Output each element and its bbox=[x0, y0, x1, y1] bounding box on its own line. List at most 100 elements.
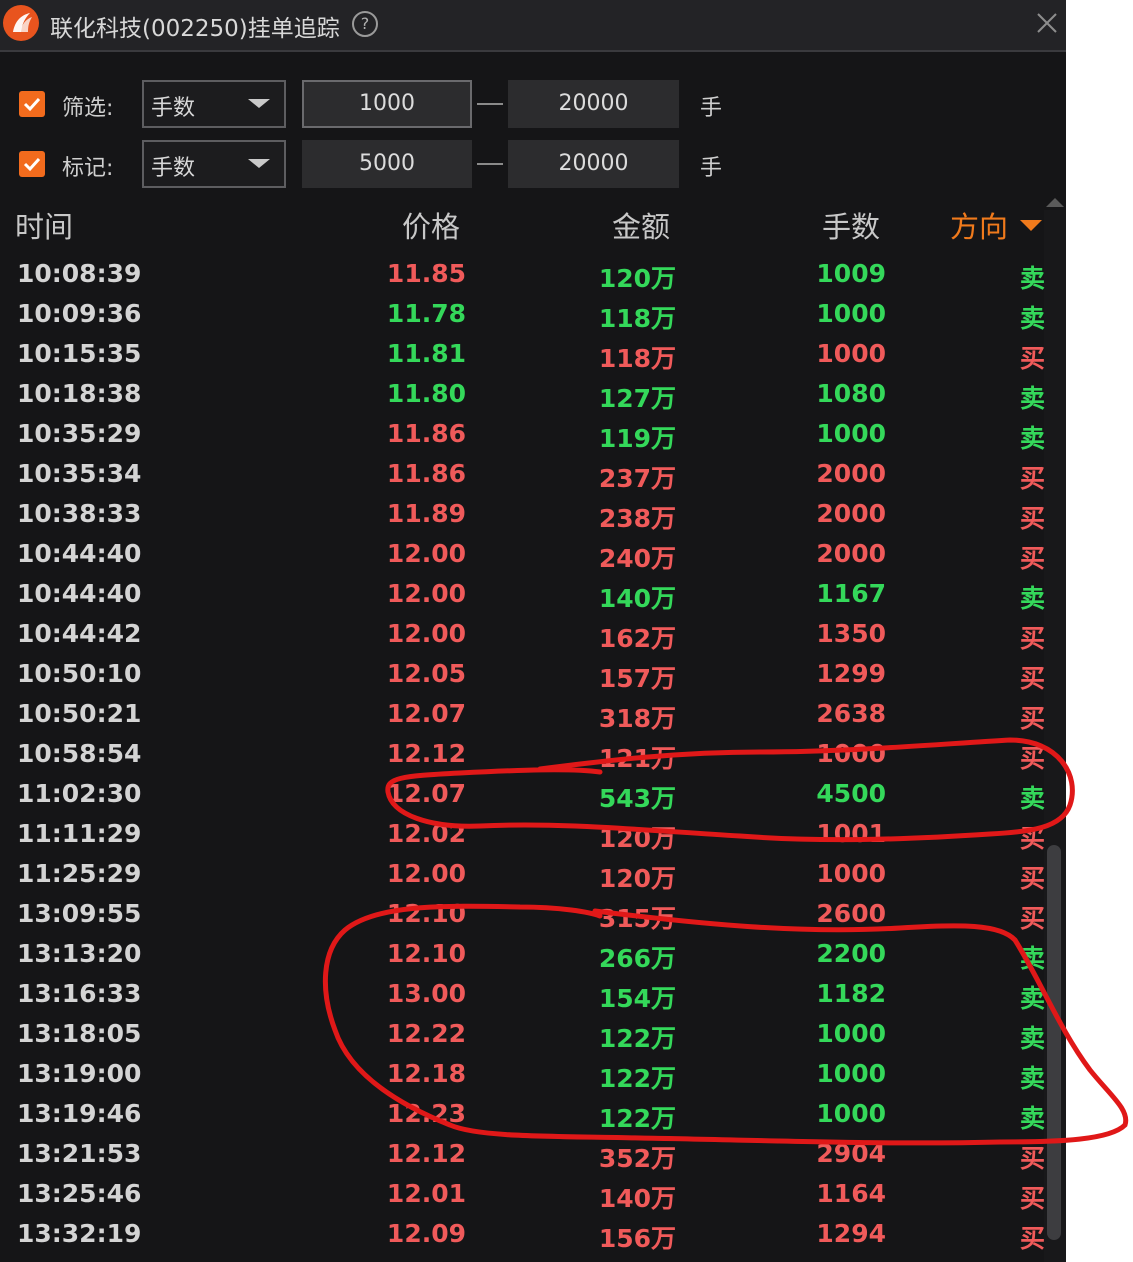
order-tracker-window: 联化科技(002250)挂单追踪 ? 筛选: 手数 1000 20000 手 标… bbox=[0, 0, 1066, 1262]
chevron-down-icon bbox=[248, 99, 270, 108]
table-row[interactable]: 13:32:19 12.09 156万 1294 买 bbox=[0, 1216, 1066, 1256]
cell-time: 10:50:21 bbox=[17, 699, 142, 728]
cell-time: 10:58:54 bbox=[17, 739, 142, 768]
cell-amount: 120万 bbox=[598, 864, 676, 893]
mark-unit: 手 bbox=[700, 156, 723, 181]
cell-price: 12.12 bbox=[386, 1139, 466, 1168]
table-row[interactable]: 11:11:29 12.02 120万 1001 买 bbox=[0, 816, 1066, 856]
cell-time: 13:19:00 bbox=[17, 1059, 142, 1088]
table-row[interactable]: 13:21:53 12.12 352万 2904 买 bbox=[0, 1136, 1066, 1176]
table-row[interactable]: 10:35:34 11.86 237万 2000 买 bbox=[0, 456, 1066, 496]
cell-amount: 154万 bbox=[598, 984, 676, 1013]
table-row[interactable]: 13:25:46 12.01 140万 1164 买 bbox=[0, 1176, 1066, 1216]
cell-time: 13:16:33 bbox=[17, 979, 142, 1008]
cell-direction: 买 bbox=[1020, 544, 1046, 573]
cell-amount: 162万 bbox=[598, 624, 676, 653]
table-row[interactable]: 10:50:10 12.05 157万 1299 买 bbox=[0, 656, 1066, 696]
filter-type-select[interactable]: 手数 bbox=[142, 80, 286, 128]
cell-price: 12.07 bbox=[386, 699, 466, 728]
cell-direction: 卖 bbox=[1020, 264, 1046, 293]
table-row[interactable]: 10:18:38 11.80 127万 1080 卖 bbox=[0, 376, 1066, 416]
cell-amount: 118万 bbox=[598, 304, 676, 333]
cell-amount: 266万 bbox=[598, 944, 676, 973]
table-row[interactable]: 13:16:33 13.00 154万 1182 卖 bbox=[0, 976, 1066, 1016]
cell-time: 13:18:05 bbox=[17, 1019, 142, 1048]
header-price[interactable]: 价格 bbox=[402, 204, 460, 246]
table-row[interactable]: 11:25:29 12.00 120万 1000 买 bbox=[0, 856, 1066, 896]
table-row[interactable]: 13:19:46 12.23 122万 1000 卖 bbox=[0, 1096, 1066, 1136]
cell-direction: 卖 bbox=[1020, 584, 1046, 613]
cell-volume: 1350 bbox=[816, 619, 886, 648]
filter-min-input[interactable]: 1000 bbox=[302, 80, 472, 128]
cell-direction: 买 bbox=[1020, 744, 1046, 773]
cell-amount: 122万 bbox=[598, 1064, 676, 1093]
cell-direction: 卖 bbox=[1020, 304, 1046, 333]
cell-price: 12.23 bbox=[386, 1099, 466, 1128]
table-row[interactable]: 11:02:30 12.07 543万 4500 卖 bbox=[0, 776, 1066, 816]
cell-volume: 2000 bbox=[816, 459, 886, 488]
header-amount[interactable]: 金额 bbox=[612, 204, 670, 246]
table-row[interactable]: 10:58:54 12.12 121万 1000 买 bbox=[0, 736, 1066, 776]
filter-checkbox[interactable] bbox=[19, 91, 45, 117]
cell-volume: 2200 bbox=[816, 939, 886, 968]
cell-direction: 买 bbox=[1020, 1184, 1046, 1213]
table-row[interactable]: 13:13:20 12.10 266万 2200 卖 bbox=[0, 936, 1066, 976]
table-row[interactable]: 10:15:35 11.81 118万 1000 买 bbox=[0, 336, 1066, 376]
chevron-down-icon bbox=[248, 159, 270, 168]
cell-amount: 121万 bbox=[598, 744, 676, 773]
sort-desc-icon[interactable] bbox=[1020, 220, 1042, 231]
table-row[interactable]: 10:08:39 11.85 120万 1009 卖 bbox=[0, 256, 1066, 296]
cell-amount: 140万 bbox=[598, 1184, 676, 1213]
cell-price: 11.80 bbox=[386, 379, 466, 408]
header-direction[interactable]: 方向 bbox=[950, 204, 1008, 246]
table-row[interactable]: 10:35:29 11.86 119万 1000 卖 bbox=[0, 416, 1066, 456]
table-row[interactable]: 13:09:55 12.10 315万 2600 买 bbox=[0, 896, 1066, 936]
mark-type-value: 手数 bbox=[151, 156, 196, 181]
header-time[interactable]: 时间 bbox=[15, 204, 73, 246]
cell-direction: 买 bbox=[1020, 1144, 1046, 1173]
table-row[interactable]: 10:50:21 12.07 318万 2638 买 bbox=[0, 696, 1066, 736]
cell-volume: 1000 bbox=[816, 739, 886, 768]
cell-price: 12.10 bbox=[386, 899, 466, 928]
mark-max-input[interactable]: 20000 bbox=[508, 140, 679, 188]
close-icon[interactable] bbox=[1034, 8, 1060, 38]
cell-time: 10:09:36 bbox=[17, 299, 142, 328]
cell-time: 10:15:35 bbox=[17, 339, 142, 368]
table-row[interactable]: 10:09:36 11.78 118万 1000 卖 bbox=[0, 296, 1066, 336]
cell-time: 10:08:39 bbox=[17, 259, 142, 288]
table-row[interactable]: 10:44:42 12.00 162万 1350 买 bbox=[0, 616, 1066, 656]
filter-max-input[interactable]: 20000 bbox=[508, 80, 679, 128]
cell-price: 12.00 bbox=[386, 539, 466, 568]
cell-direction: 买 bbox=[1020, 904, 1046, 933]
cell-time: 10:18:38 bbox=[17, 379, 142, 408]
cell-direction: 卖 bbox=[1020, 1024, 1046, 1053]
cell-time: 13:25:46 bbox=[17, 1179, 142, 1208]
cell-amount: 127万 bbox=[598, 384, 676, 413]
header-volume[interactable]: 手数 bbox=[822, 204, 880, 246]
cell-volume: 2638 bbox=[816, 699, 886, 728]
cell-price: 12.12 bbox=[386, 739, 466, 768]
cell-direction: 买 bbox=[1020, 824, 1046, 853]
scroll-up-icon[interactable] bbox=[1046, 198, 1064, 207]
cell-amount: 352万 bbox=[598, 1144, 676, 1173]
table-row[interactable]: 10:44:40 12.00 240万 2000 买 bbox=[0, 536, 1066, 576]
help-icon[interactable]: ? bbox=[352, 11, 378, 37]
cell-volume: 1000 bbox=[816, 1099, 886, 1128]
cell-volume: 1182 bbox=[816, 979, 886, 1008]
cell-time: 13:21:53 bbox=[17, 1139, 142, 1168]
table-row[interactable]: 10:38:33 11.89 238万 2000 买 bbox=[0, 496, 1066, 536]
cell-price: 12.05 bbox=[386, 659, 466, 688]
table-row[interactable]: 10:44:40 12.00 140万 1167 卖 bbox=[0, 576, 1066, 616]
mark-type-select[interactable]: 手数 bbox=[142, 140, 286, 188]
table-row[interactable]: 13:18:05 12.22 122万 1000 卖 bbox=[0, 1016, 1066, 1056]
cell-time: 13:32:19 bbox=[17, 1219, 142, 1248]
cell-volume: 1000 bbox=[816, 339, 886, 368]
cell-direction: 买 bbox=[1020, 344, 1046, 373]
cell-volume: 1000 bbox=[816, 419, 886, 448]
cell-price: 12.09 bbox=[386, 1219, 466, 1248]
cell-amount: 118万 bbox=[598, 344, 676, 373]
mark-checkbox[interactable] bbox=[19, 151, 45, 177]
cell-direction: 卖 bbox=[1020, 984, 1046, 1013]
mark-min-input[interactable]: 5000 bbox=[302, 140, 472, 188]
table-row[interactable]: 13:19:00 12.18 122万 1000 卖 bbox=[0, 1056, 1066, 1096]
